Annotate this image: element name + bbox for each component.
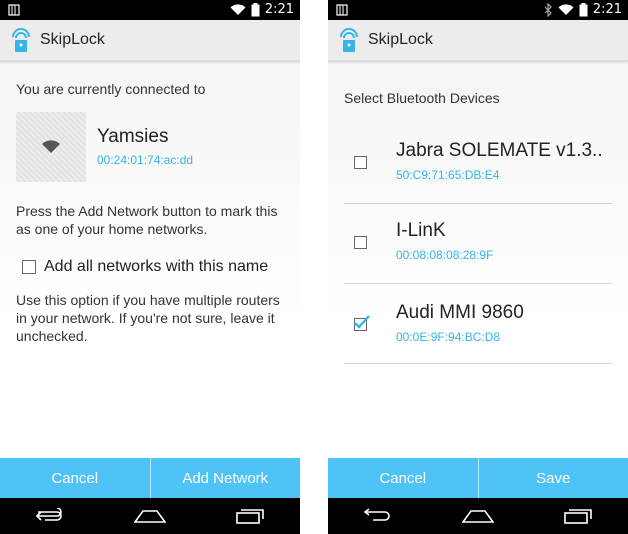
- device-row[interactable]: Audi MMI 9860 00:0E:9F:94:BC:D8: [344, 284, 612, 364]
- notification-icon: [8, 4, 20, 16]
- battery-icon: [251, 3, 260, 17]
- back-icon: [35, 508, 62, 521]
- wifi-status-icon: [230, 4, 246, 16]
- device-checkbox[interactable]: [354, 236, 367, 249]
- network-name: Yamsies: [97, 126, 169, 147]
- home-button[interactable]: [458, 504, 498, 528]
- bluetooth-content: Select Bluetooth Devices Jabra SOLEMATE …: [328, 62, 628, 454]
- network-mac: 00:24:01:74:ac:dd: [97, 153, 194, 167]
- home-icon: [462, 510, 494, 523]
- back-button[interactable]: [358, 504, 398, 528]
- checkmark-icon: [354, 315, 370, 329]
- app-logo-icon: [340, 28, 358, 52]
- instruction-text: Press the Add Network button to mark thi…: [16, 203, 278, 237]
- back-icon: [363, 508, 390, 521]
- phone-screen-bluetooth: 2:21 SkipLock Select Bluetooth Devices J…: [328, 0, 628, 534]
- app-title: SkipLock: [40, 31, 105, 48]
- recent-apps-button[interactable]: [230, 504, 270, 528]
- status-time: 2:21: [264, 2, 294, 17]
- add-all-networks-label: Add all networks with this name: [44, 258, 269, 275]
- screenshot-root: 2:21 SkipLock You are currently connecte…: [0, 0, 628, 534]
- status-bar: 2:21: [328, 0, 628, 20]
- home-icon: [134, 510, 166, 523]
- wifi-status-icon: [558, 4, 574, 16]
- recent-apps-icon: [236, 509, 264, 524]
- device-mac: 50:C9:71:65:DB:E4: [396, 168, 500, 182]
- device-mac: 00:0E:9F:94:BC:D8: [396, 330, 501, 344]
- action-buttons-bar: Cancel Save: [328, 458, 628, 498]
- recent-apps-button[interactable]: [558, 504, 598, 528]
- cancel-button[interactable]: Cancel: [328, 458, 478, 498]
- device-name: Audi MMI 9860: [396, 302, 524, 323]
- back-button[interactable]: [30, 504, 70, 528]
- device-row[interactable]: I-LinK 00:08:08:08:28:9F: [344, 204, 612, 284]
- status-bar: 2:21: [0, 0, 300, 20]
- add-network-button[interactable]: Add Network: [151, 458, 301, 498]
- connected-label: You are currently connected to: [16, 81, 206, 97]
- device-name: Jabra SOLEMATE v1.3..: [396, 140, 603, 161]
- battery-icon: [579, 3, 588, 17]
- wifi-icon: [42, 140, 60, 153]
- device-name: I-LinK: [396, 220, 446, 241]
- app-logo-icon: [12, 28, 30, 52]
- action-buttons-bar: Cancel Add Network: [0, 458, 300, 498]
- save-button[interactable]: Save: [479, 458, 628, 498]
- network-content: You are currently connected to Yamsies 0…: [0, 62, 300, 454]
- device-checkbox-checked[interactable]: [354, 315, 370, 331]
- navigation-bar: [0, 498, 300, 534]
- navigation-bar: [328, 498, 628, 534]
- help-text: Use this option if you have multiple rou…: [16, 292, 280, 344]
- select-devices-heading: Select Bluetooth Devices: [344, 90, 500, 106]
- device-checkbox[interactable]: [354, 156, 367, 169]
- phone-screen-network: 2:21 SkipLock You are currently connecte…: [0, 0, 300, 534]
- device-mac: 00:08:08:08:28:9F: [396, 248, 494, 262]
- notification-icon: [336, 4, 348, 16]
- status-time: 2:21: [592, 2, 622, 17]
- home-button[interactable]: [130, 504, 170, 528]
- network-thumbnail: [16, 112, 86, 182]
- action-bar: SkipLock: [0, 20, 300, 62]
- action-bar: SkipLock: [328, 20, 628, 62]
- cancel-button[interactable]: Cancel: [0, 458, 150, 498]
- recent-apps-icon: [564, 509, 592, 524]
- add-all-networks-option[interactable]: Add all networks with this name: [22, 258, 268, 276]
- device-row[interactable]: Jabra SOLEMATE v1.3.. 50:C9:71:65:DB:E4: [344, 124, 612, 204]
- app-title: SkipLock: [368, 31, 433, 48]
- add-all-networks-checkbox[interactable]: [22, 260, 36, 274]
- bluetooth-status-icon: [544, 3, 552, 17]
